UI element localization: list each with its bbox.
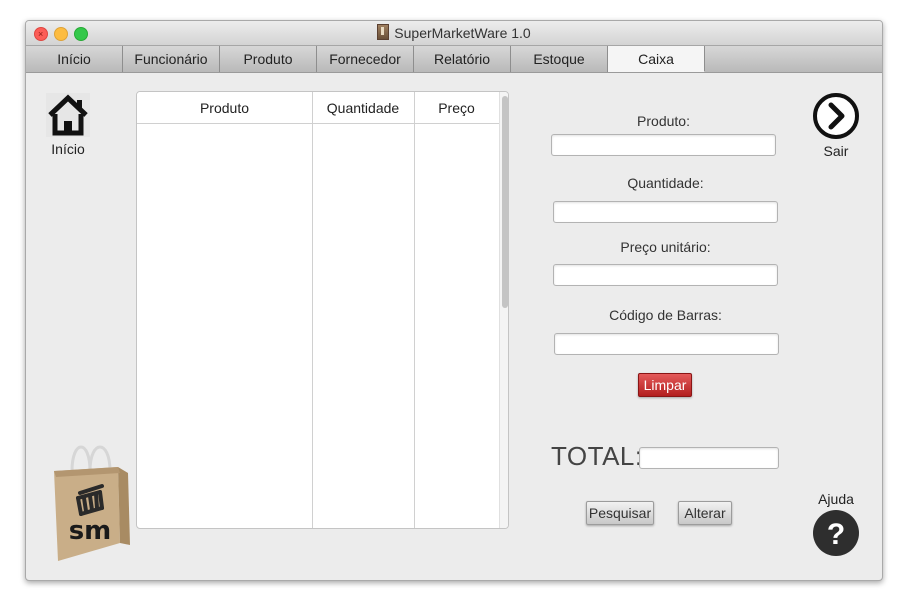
limpar-button[interactable]: Limpar <box>638 373 692 397</box>
column-divider <box>312 92 313 528</box>
table-scrollbar[interactable] <box>499 92 508 528</box>
window-title-group: SuperMarketWare 1.0 <box>26 24 882 41</box>
column-header-preco[interactable]: Preço <box>414 92 499 124</box>
tab-funcionario[interactable]: Funcionário <box>123 46 220 72</box>
title-bar: × SuperMarketWare 1.0 <box>26 21 882 46</box>
quantidade-input[interactable] <box>553 201 778 223</box>
preco-unitario-input[interactable] <box>553 264 778 286</box>
tab-bar: Início Funcionário Produto Fornecedor Re… <box>26 46 882 73</box>
tab-caixa[interactable]: Caixa <box>608 46 705 72</box>
exit-label: Sair <box>823 143 849 159</box>
alterar-button[interactable]: Alterar <box>678 501 732 525</box>
question-icon: ? <box>811 510 861 560</box>
home-button[interactable]: Início <box>46 93 90 159</box>
exit-button[interactable]: Sair <box>811 92 861 162</box>
column-divider <box>414 92 415 528</box>
total-label: TOTAL: <box>551 441 643 471</box>
tab-estoque[interactable]: Estoque <box>511 46 608 72</box>
tab-fornecedor[interactable]: Fornecedor <box>317 46 414 72</box>
home-icon <box>46 93 90 140</box>
produto-label: Produto: <box>637 113 690 129</box>
app-icon <box>377 24 390 40</box>
tab-inicio[interactable]: Início <box>26 46 123 72</box>
table-scrollbar-thumb[interactable] <box>502 96 508 308</box>
codigo-barras-input[interactable] <box>554 333 779 355</box>
help-button[interactable]: Ajuda ? <box>811 491 861 561</box>
svg-text:?: ? <box>827 518 845 551</box>
pesquisar-button[interactable]: Pesquisar <box>586 501 654 525</box>
codigo-barras-label: Código de Barras: <box>609 307 722 323</box>
shopping-bag-logo: sm <box>44 441 134 566</box>
cart-table[interactable]: Produto Quantidade Preço <box>136 91 509 529</box>
quantidade-label: Quantidade: <box>627 175 704 191</box>
chevron-right-circle-icon <box>812 93 860 143</box>
tab-produto[interactable]: Produto <box>220 46 317 72</box>
preco-unitario-label: Preço unitário: <box>620 239 711 255</box>
tab-relatorio[interactable]: Relatório <box>414 46 511 72</box>
window-title: SuperMarketWare 1.0 <box>394 25 531 41</box>
total-input[interactable] <box>639 447 779 469</box>
column-header-produto[interactable]: Produto <box>137 92 312 124</box>
app-window: × SuperMarketWare 1.0 Início Funcionário… <box>25 20 883 581</box>
home-label: Início <box>51 141 85 157</box>
produto-input[interactable] <box>551 134 776 156</box>
column-header-quantidade[interactable]: Quantidade <box>312 92 414 124</box>
help-label: Ajuda <box>818 491 854 507</box>
logo-text: sm <box>69 516 112 546</box>
